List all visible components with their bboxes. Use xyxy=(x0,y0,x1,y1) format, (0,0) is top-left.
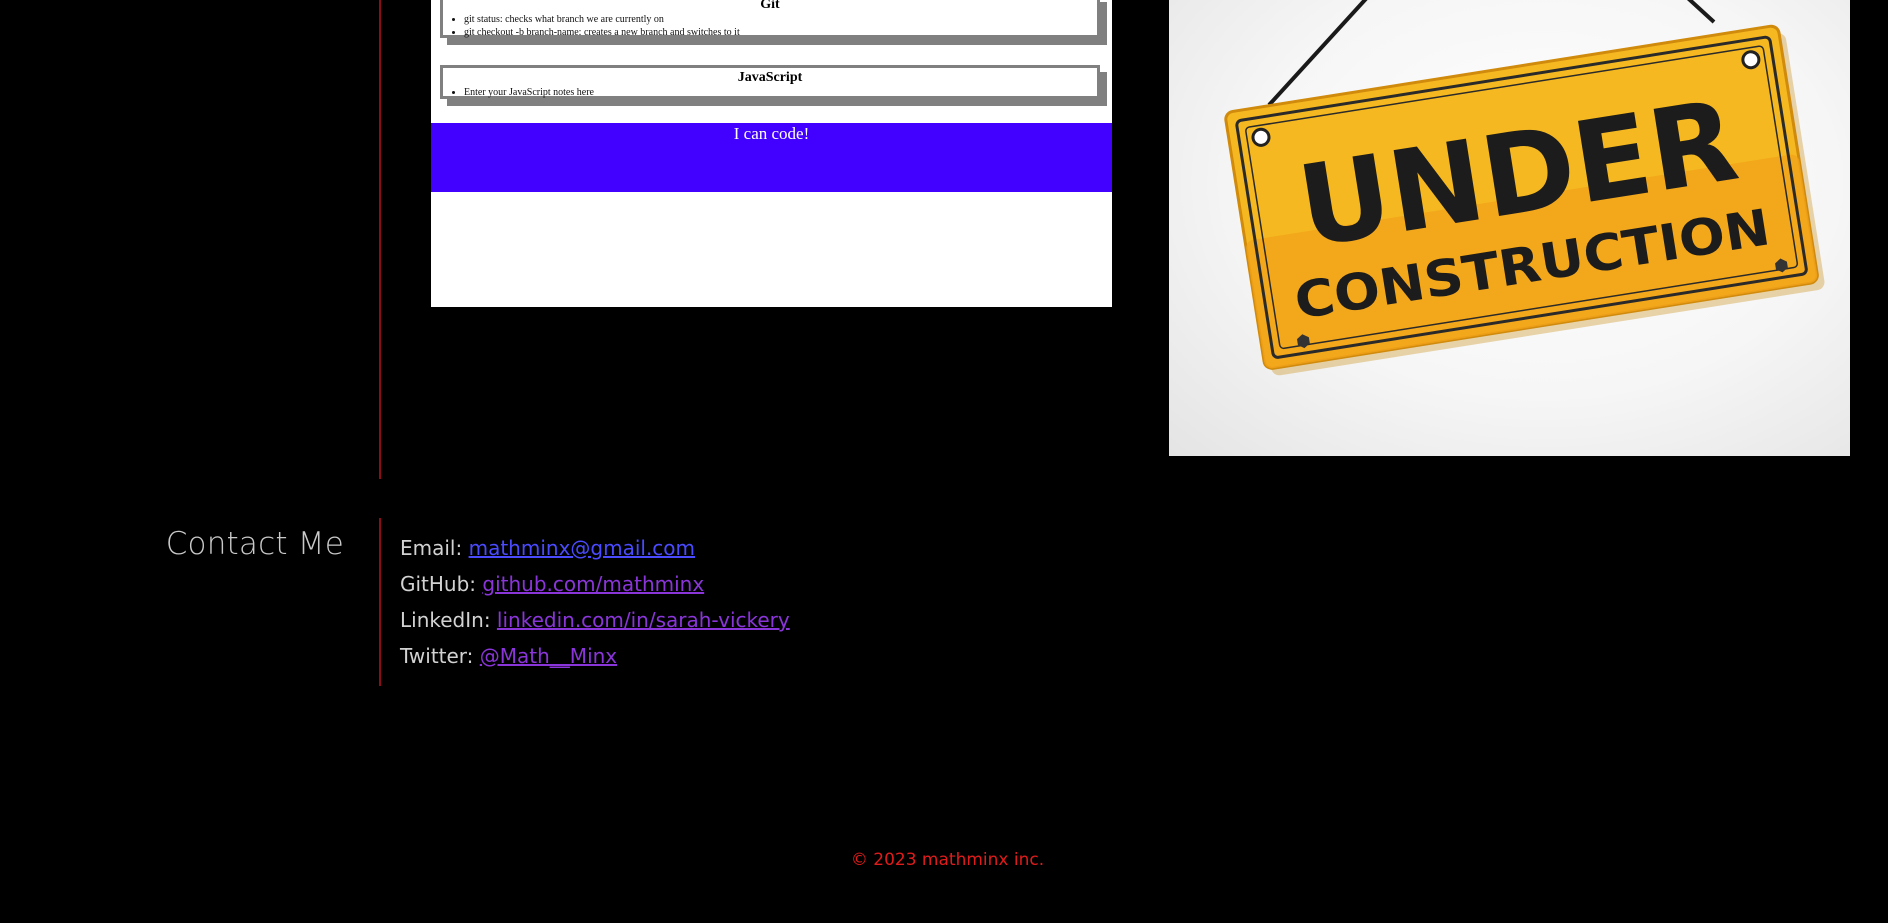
contact-linkedin-label: LinkedIn: xyxy=(400,608,497,632)
javascript-notes-list: Enter your JavaScript notes here xyxy=(443,86,1097,99)
list-item: git checkout -b branch-name: creates a n… xyxy=(464,26,1097,39)
contact-heading: Contact Me xyxy=(165,526,344,562)
contact-linkedin: LinkedIn: linkedin.com/in/sarah-vickery xyxy=(400,605,790,641)
contact-email-label: Email: xyxy=(400,536,469,560)
contact-list: Email: mathminx@gmail.com GitHub: github… xyxy=(400,533,790,677)
under-construction-image: UNDER CONSTRUCTION xyxy=(1169,0,1850,456)
sign-wire-right xyxy=(1686,0,1716,24)
section-divider xyxy=(379,0,381,479)
twitter-link[interactable]: @Math__Minx xyxy=(480,644,617,668)
footer-copyright: © 2023 mathminx inc. xyxy=(850,850,1045,870)
code-banner: I can code! xyxy=(431,123,1112,192)
contact-divider xyxy=(379,518,381,686)
linkedin-link[interactable]: linkedin.com/in/sarah-vickery xyxy=(497,608,790,632)
contact-github-label: GitHub: xyxy=(400,572,483,596)
contact-github: GitHub: github.com/mathminx xyxy=(400,569,790,605)
list-item: Enter your JavaScript notes here xyxy=(464,86,1097,99)
contact-email: Email: mathminx@gmail.com xyxy=(400,533,790,569)
git-notes-card: Git git status: checks what branch we ar… xyxy=(440,0,1100,38)
contact-twitter-label: Twitter: xyxy=(400,644,480,668)
github-link[interactable]: github.com/mathminx xyxy=(482,572,704,596)
email-link[interactable]: mathminx@gmail.com xyxy=(469,536,695,560)
project-screenshot: Git git status: checks what branch we ar… xyxy=(431,0,1112,307)
git-notes-title: Git xyxy=(760,0,780,12)
list-item: git status: checks what branch we are cu… xyxy=(464,13,1097,26)
under-construction-sign-graphic: UNDER CONSTRUCTION xyxy=(1224,0,1825,376)
sign-wire-left xyxy=(1267,0,1368,107)
javascript-notes-card: JavaScript Enter your JavaScript notes h… xyxy=(440,65,1100,99)
javascript-notes-title: JavaScript xyxy=(737,70,803,85)
contact-twitter: Twitter: @Math__Minx xyxy=(400,641,790,677)
git-notes-list: git status: checks what branch we are cu… xyxy=(443,13,1097,39)
